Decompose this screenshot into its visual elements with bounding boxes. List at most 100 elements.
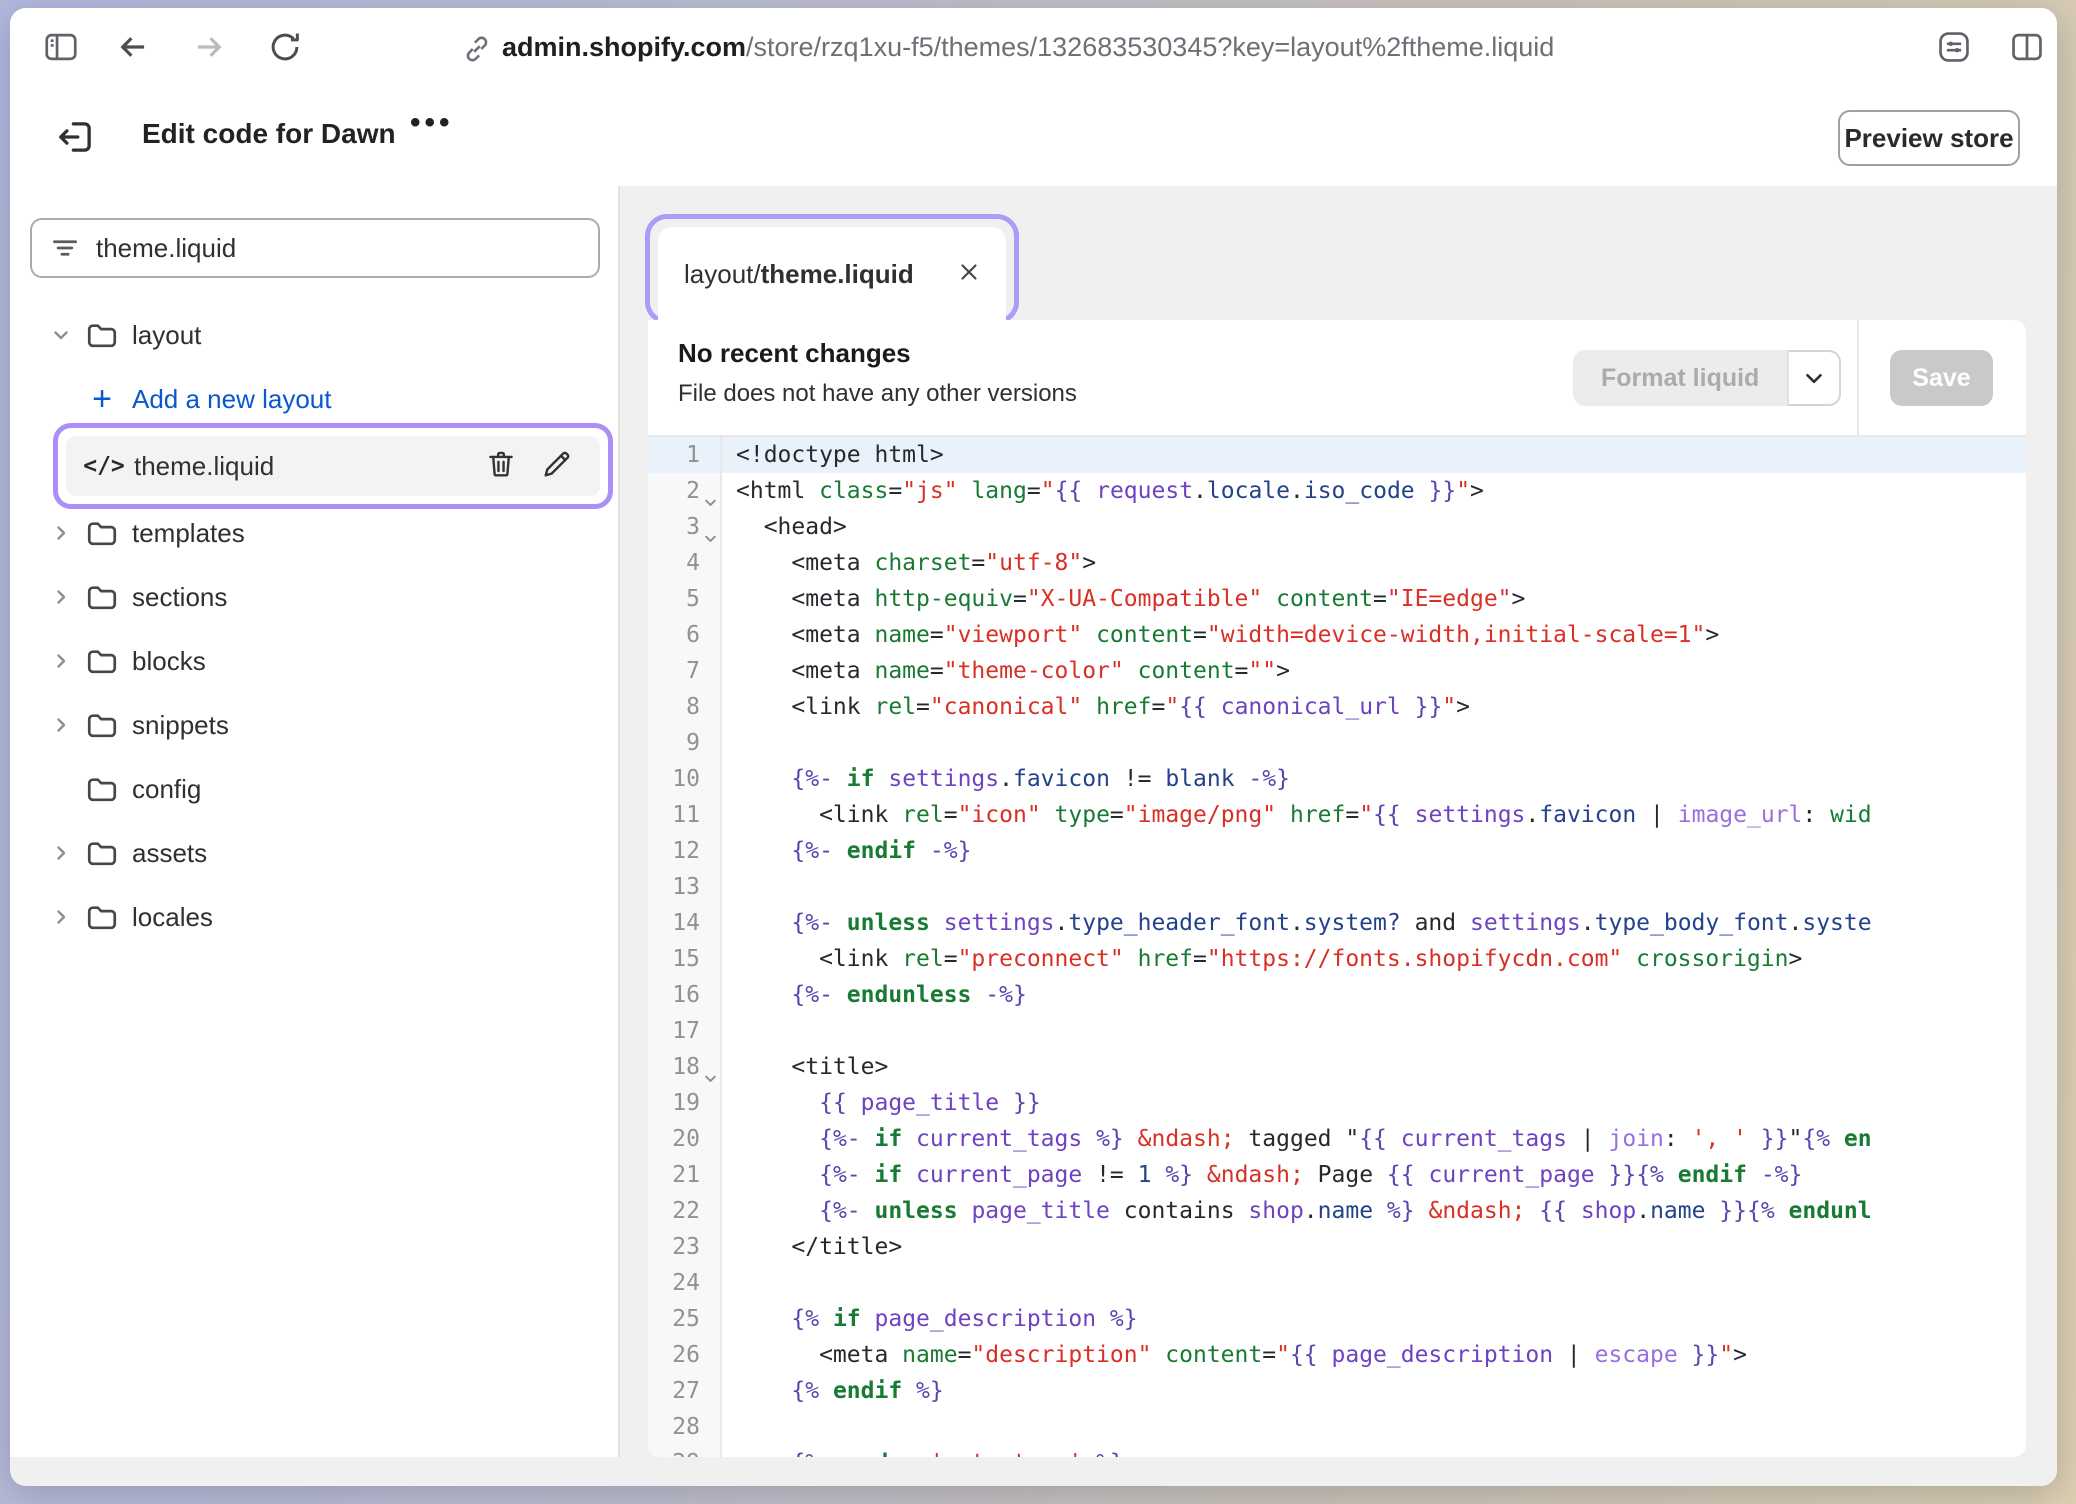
close-tab-icon[interactable] — [956, 259, 982, 290]
chevron-down-icon[interactable] — [48, 323, 74, 347]
app-header: Edit code for Dawn ••• Preview store — [10, 86, 2057, 188]
code-line[interactable]: 28 — [648, 1409, 2026, 1445]
line-number: 5 — [648, 581, 722, 617]
code-line[interactable]: 5 <meta http-equiv="X-UA-Compatible" con… — [648, 581, 2026, 617]
line-number: 25 — [648, 1301, 722, 1337]
sidebar-item-layout[interactable]: layout — [10, 308, 618, 362]
code-line[interactable]: 24 — [648, 1265, 2026, 1301]
sidebar-item-locales[interactable]: locales — [10, 890, 618, 944]
chevron-right-icon[interactable] — [48, 521, 74, 545]
code-text: {%- unless page_title contains shop.name… — [722, 1193, 2026, 1229]
code-line[interactable]: 3 <head> — [648, 509, 2026, 545]
code-text: <link rel="canonical" href="{{ canonical… — [722, 689, 2026, 725]
tree-item-label: Add a new layout — [132, 384, 331, 415]
code-line[interactable]: 29 {% render 'meta-tags' %} — [648, 1445, 2026, 1457]
code-text: <meta name="viewport" content="width=dev… — [722, 617, 2026, 653]
exit-editor-icon[interactable] — [55, 116, 97, 163]
folder-icon — [82, 643, 122, 679]
code-line[interactable]: 16 {%- endunless -%} — [648, 977, 2026, 1013]
line-number: 22 — [648, 1193, 722, 1229]
code-text: <link rel="icon" type="image/png" href="… — [722, 797, 2026, 833]
folder-icon — [82, 835, 122, 871]
code-line[interactable]: 22 {%- unless page_title contains shop.n… — [648, 1193, 2026, 1229]
code-text: {%- endif -%} — [722, 833, 2026, 869]
tree-item-label: assets — [132, 838, 207, 869]
tune-icon[interactable] — [1935, 28, 1973, 66]
tab-label: layout/theme.liquid — [684, 259, 914, 290]
code-line[interactable]: 15 <link rel="preconnect" href="https://… — [648, 941, 2026, 977]
sidebar-item-assets[interactable]: assets — [10, 826, 618, 880]
sidebar-item-sections[interactable]: sections — [10, 570, 618, 624]
file-item-theme-liquid[interactable]: </> theme.liquid — [66, 436, 600, 496]
sidebar-item-blocks[interactable]: blocks — [10, 634, 618, 688]
code-line[interactable]: 23 </title> — [648, 1229, 2026, 1265]
code-line[interactable]: 11 <link rel="icon" type="image/png" hre… — [648, 797, 2026, 833]
browser-window: admin.shopify.com/store/rzq1xu-f5/themes… — [10, 8, 2057, 1486]
split-view-icon[interactable] — [2008, 28, 2046, 66]
sidebar-item-templates[interactable]: templates — [10, 506, 618, 560]
page-title: Edit code for Dawn — [142, 118, 396, 150]
tab-theme-liquid[interactable]: layout/theme.liquid — [658, 227, 1006, 322]
code-line[interactable]: 2<html class="js" lang="{{ request.local… — [648, 473, 2026, 509]
format-liquid-button[interactable]: Format liquid — [1573, 350, 1787, 406]
browser-toolbar: admin.shopify.com/store/rzq1xu-f5/themes… — [10, 8, 2057, 88]
code-line[interactable]: 17 — [648, 1013, 2026, 1049]
tree-item-label: theme.liquid — [134, 451, 274, 482]
file-search-input[interactable] — [94, 232, 538, 265]
code-line[interactable]: 8 <link rel="canonical" href="{{ canonic… — [648, 689, 2026, 725]
code-line[interactable]: 21 {%- if current_page != 1 %} &ndash; P… — [648, 1157, 2026, 1193]
code-line[interactable]: 7 <meta name="theme-color" content=""> — [648, 653, 2026, 689]
code-line[interactable]: 19 {{ page_title }} — [648, 1085, 2026, 1121]
code-file-icon: </> — [84, 453, 124, 479]
code-text — [722, 869, 2026, 905]
preview-store-button[interactable]: Preview store — [1838, 110, 2020, 166]
sidebar-item-snippets[interactable]: snippets — [10, 698, 618, 752]
code-line[interactable]: 27 {% endif %} — [648, 1373, 2026, 1409]
code-editor[interactable]: 1<!doctype html>2<html class="js" lang="… — [648, 437, 2026, 1457]
back-icon[interactable] — [114, 28, 152, 66]
forward-icon[interactable] — [190, 28, 228, 66]
sidebar-toggle-icon[interactable] — [42, 28, 80, 66]
format-options-button[interactable] — [1787, 350, 1841, 406]
chevron-right-icon[interactable] — [48, 585, 74, 609]
address-bar[interactable]: admin.shopify.com/store/rzq1xu-f5/themes… — [502, 32, 1554, 63]
sidebar-item-config[interactable]: config — [10, 762, 618, 816]
chevron-right-icon[interactable] — [48, 841, 74, 865]
code-line[interactable]: 13 — [648, 869, 2026, 905]
chevron-right-icon[interactable] — [48, 713, 74, 737]
code-line[interactable]: 10 {%- if settings.favicon != blank -%} — [648, 761, 2026, 797]
status-title: No recent changes — [678, 338, 911, 369]
pencil-icon[interactable] — [540, 447, 574, 486]
code-line[interactable]: 26 <meta name="description" content="{{ … — [648, 1337, 2026, 1373]
code-text: {% render 'meta-tags' %} — [722, 1445, 2026, 1457]
chevron-right-icon[interactable] — [48, 905, 74, 929]
chevron-down-icon — [1801, 365, 1827, 391]
code-line[interactable]: 25 {% if page_description %} — [648, 1301, 2026, 1337]
action-add-a-new-layout[interactable]: +Add a new layout — [10, 372, 618, 426]
code-text: {% if page_description %} — [722, 1301, 2026, 1337]
code-text — [722, 1409, 2026, 1445]
file-search[interactable] — [30, 218, 600, 278]
code-line[interactable]: 6 <meta name="viewport" content="width=d… — [648, 617, 2026, 653]
code-line[interactable]: 14 {%- unless settings.type_header_font.… — [648, 905, 2026, 941]
line-number: 15 — [648, 941, 722, 977]
code-line[interactable]: 20 {%- if current_tags %} &ndash; tagged… — [648, 1121, 2026, 1157]
reload-icon[interactable] — [266, 28, 304, 66]
trash-icon[interactable] — [484, 447, 518, 486]
code-line[interactable]: 9 — [648, 725, 2026, 761]
code-text: <meta charset="utf-8"> — [722, 545, 2026, 581]
code-text: {%- if current_page != 1 %} &ndash; Page… — [722, 1157, 2026, 1193]
code-line[interactable]: 4 <meta charset="utf-8"> — [648, 545, 2026, 581]
more-actions-icon[interactable]: ••• — [410, 106, 454, 140]
tree-item-label: templates — [132, 518, 245, 549]
code-text: <meta name="description" content="{{ pag… — [722, 1337, 2026, 1373]
code-line[interactable]: 12 {%- endif -%} — [648, 833, 2026, 869]
code-text: </title> — [722, 1229, 2026, 1265]
tree-item-label: layout — [132, 320, 201, 351]
line-number: 4 — [648, 545, 722, 581]
code-line[interactable]: 18 <title> — [648, 1049, 2026, 1085]
code-line[interactable]: 1<!doctype html> — [648, 437, 2026, 473]
tree-item-label: sections — [132, 582, 227, 613]
chevron-right-icon[interactable] — [48, 649, 74, 673]
save-button[interactable]: Save — [1890, 350, 1993, 406]
